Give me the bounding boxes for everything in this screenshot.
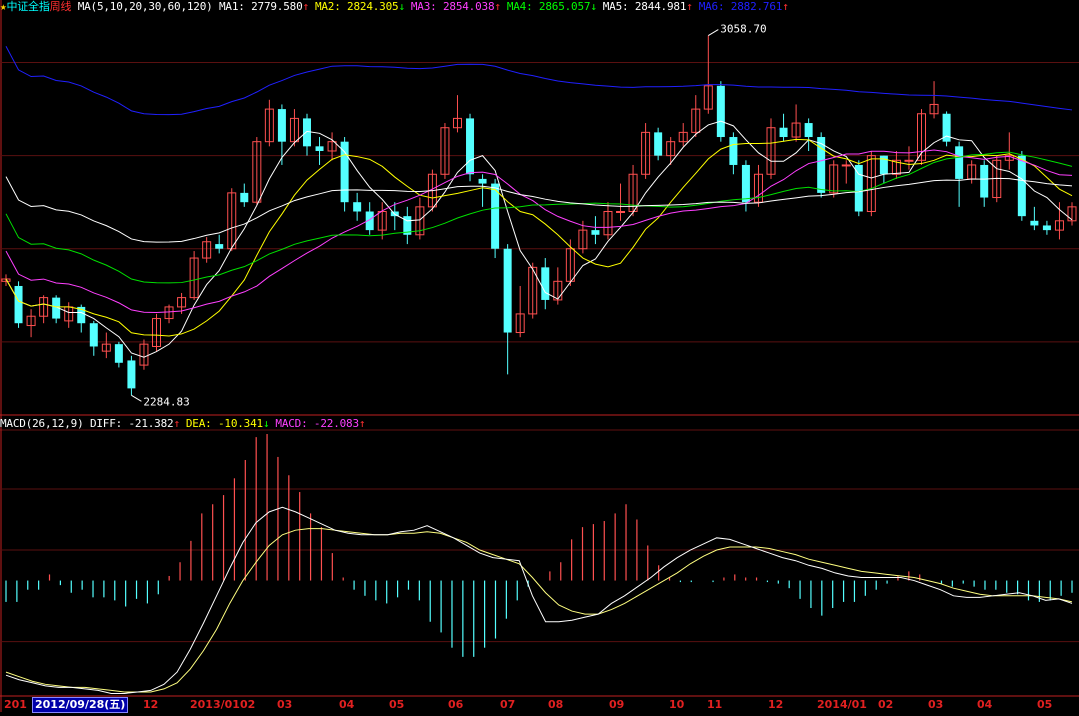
candle-body [904, 159, 914, 162]
time-label: 12 [768, 698, 784, 711]
high-pointer [708, 29, 719, 36]
low-pointer [131, 394, 142, 402]
ma-line-20 [5, 149, 1073, 313]
candle-body [503, 248, 512, 333]
time-label: 02 [240, 698, 256, 711]
time-label: 12 [143, 698, 159, 711]
candle-body [478, 178, 487, 184]
time-label: 05 [389, 698, 405, 711]
macd-param-label: MACD(26,12,9) [0, 417, 84, 430]
candle-body [277, 109, 286, 142]
ma-value-4: MA4: 2865.057↓ [506, 0, 597, 13]
time-label: 07 [500, 698, 516, 711]
ma-value-1: MA1: 2779.580↑ [219, 0, 309, 13]
chart-canvas: 3058.70 2284.83 [0, 0, 1079, 712]
ma-value-2: MA2: 2824.305↓ [314, 0, 405, 13]
candle-body [729, 137, 738, 165]
candle-body [980, 164, 989, 198]
candle-body [1030, 220, 1039, 226]
time-label: 05 [1037, 698, 1053, 711]
candle-body [591, 230, 600, 235]
macd-header: MACD(26,12,9) DIFF: -21.382↑ DEA: -10.341… [0, 417, 371, 431]
low-label: 2284.83 [143, 395, 189, 408]
candle-body [491, 183, 500, 249]
candle-body [1042, 225, 1051, 231]
time-label: 2013/01 [190, 698, 240, 711]
time-label: 04 [977, 698, 993, 711]
candle-body [741, 164, 750, 203]
candle-body [716, 85, 725, 138]
candle-body [14, 285, 23, 324]
candle-body [353, 202, 362, 212]
ma-param-label: MA(5,10,20,30,60,120) [77, 0, 213, 13]
macd-value-3: MACD: -22.083↑ [275, 417, 366, 430]
period-label[interactable]: 周线 [50, 0, 72, 13]
time-label: 03 [277, 698, 293, 711]
candle-body [1017, 155, 1026, 217]
time-label: 04 [339, 698, 355, 711]
dea-line [5, 528, 1073, 693]
time-axis: 201 12 2013/01 02 03 04 05 06 07 08 09 10 11 12 2014/0… [0, 697, 1079, 713]
ma-line-5 [5, 120, 1073, 358]
selected-date-label[interactable]: 2012/09/28(五) [32, 697, 129, 713]
ma-value-3: MA3: 2854.038↑ [410, 0, 501, 13]
macd-value-2: DEA: -10.341↓ [185, 417, 270, 430]
candle-body [127, 360, 136, 389]
time-label: 11 [707, 698, 723, 711]
ma-line-30 [5, 151, 1073, 284]
candle-body [841, 164, 851, 167]
candle-body [955, 146, 964, 179]
time-label: 201 [4, 698, 27, 711]
candle-body [340, 141, 349, 203]
time-label: 06 [448, 698, 464, 711]
chart-stage: 3058.70 2284.83 ★中证全指周线 MA(5,10,20,30,60,… [0, 0, 1079, 713]
candle-body [854, 164, 863, 212]
diff-line [5, 506, 1073, 694]
high-label: 3058.70 [720, 23, 766, 36]
candle-body [315, 146, 324, 151]
candle-body [240, 192, 249, 203]
candle-body [616, 211, 626, 213]
candle-body [804, 123, 813, 138]
candle-body [779, 127, 788, 138]
candle-body [541, 267, 550, 300]
candle-body [654, 132, 663, 156]
time-label: 2014/01 [817, 698, 867, 711]
candle-body [215, 244, 224, 249]
time-label: 03 [928, 698, 944, 711]
ma-value-6: MA6: 2882.761↑ [698, 0, 789, 13]
candle-body [466, 118, 475, 175]
time-label: 09 [609, 698, 625, 711]
macd-value-1: DIFF: -21.382↑ [89, 417, 180, 430]
ma-value-5: MA5: 2844.981↑ [602, 0, 693, 13]
candle-body [302, 118, 311, 147]
candle-body [114, 344, 123, 363]
time-label: 08 [548, 698, 564, 711]
time-label: 02 [878, 698, 894, 711]
time-label: 10 [669, 698, 685, 711]
candle-body [89, 323, 98, 347]
price-header: ★中证全指周线 MA(5,10,20,30,60,120) MA1: 2779.… [0, 0, 795, 14]
index-name[interactable]: 中证全指 [6, 0, 49, 13]
ma-line-60 [5, 176, 1073, 243]
ma-line-120 [5, 46, 1073, 116]
